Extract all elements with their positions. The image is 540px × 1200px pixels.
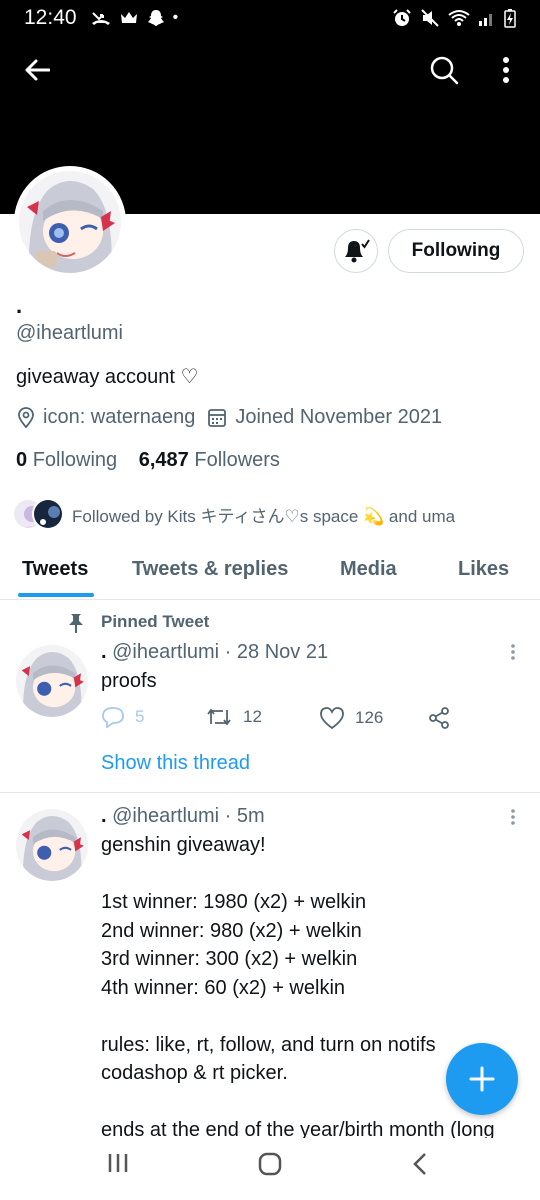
tweet-author-name: . — [101, 641, 107, 663]
following-label: Following — [32, 449, 118, 471]
tweet-more-button[interactable] — [510, 643, 518, 666]
battery-icon — [504, 9, 516, 28]
plus-icon — [469, 1066, 495, 1092]
search-button[interactable] — [424, 50, 464, 90]
tweet-header: . @iheartlumi · 28 Nov 21 — [101, 641, 328, 664]
heart-icon — [320, 707, 344, 730]
share-icon — [429, 707, 449, 729]
home-button[interactable] — [257, 1152, 283, 1181]
anime-avatar-image — [16, 809, 88, 881]
tweet-meta: @iheartlumi · 5m — [112, 805, 265, 827]
tweet-author-name: . — [101, 805, 107, 827]
anime-avatar-image — [19, 171, 121, 273]
crown-icon — [120, 12, 137, 23]
status-dot: • — [172, 9, 179, 26]
profile-name: . — [16, 293, 23, 318]
retweet-button[interactable]: 12 — [205, 706, 262, 728]
status-time: 12:40 — [24, 6, 77, 29]
wifi-icon — [448, 10, 470, 26]
location-item: icon: waternaeng — [16, 406, 195, 429]
tweet-author-avatar[interactable] — [16, 645, 88, 717]
followed-by-text: Followed by Kits キティさん♡s space 💫 and uma — [72, 506, 456, 526]
calendar-icon — [208, 408, 227, 427]
follower-avatar — [32, 498, 64, 530]
chevron-left-icon — [413, 1153, 426, 1175]
recent-apps-button[interactable] — [106, 1152, 130, 1179]
like-button[interactable]: 126 — [319, 706, 383, 730]
tab-likes[interactable]: Likes — [458, 558, 509, 581]
like-count: 126 — [355, 708, 384, 727]
system-nav-bar — [0, 1138, 540, 1200]
more-options-button[interactable] — [486, 50, 526, 90]
active-tab-indicator — [18, 593, 94, 597]
tweet-header: . @iheartlumi · 5m — [101, 805, 265, 828]
share-button[interactable] — [427, 706, 451, 730]
reply-button[interactable]: 5 — [101, 706, 144, 728]
retweet-count: 12 — [243, 707, 262, 726]
vertical-dots-icon — [511, 644, 515, 660]
profile-avatar[interactable] — [14, 166, 126, 278]
home-icon — [258, 1152, 282, 1176]
pin-icon — [69, 614, 83, 633]
tweet-text: proofs — [101, 670, 157, 692]
tweet-more-button[interactable] — [510, 808, 518, 831]
vertical-dots-icon — [503, 57, 509, 83]
followers-count: 6,487 — [138, 449, 189, 471]
signal-icon — [479, 14, 492, 26]
followers-label: Followers — [194, 449, 280, 471]
bell-check-icon — [345, 239, 370, 263]
back-arrow-icon — [25, 59, 50, 81]
followers-count-link[interactable]: 6,487 Followers — [139, 449, 280, 471]
snapchat-icon — [147, 10, 164, 26]
alarm-icon — [393, 9, 411, 26]
missed-call-icon — [91, 12, 110, 25]
profile-meta: icon: waternaeng Joined November 2021 — [16, 406, 442, 429]
mute-icon — [421, 9, 439, 27]
follow-counts: 0 Following 6,487 Followers — [16, 449, 280, 472]
following-count-link[interactable]: 0 Following — [16, 449, 117, 471]
status-bar: 12:40 • — [0, 0, 540, 36]
following-button[interactable]: Following — [388, 229, 524, 273]
tweet-meta: @iheartlumi · 28 Nov 21 — [112, 641, 329, 663]
tweet-author-avatar[interactable] — [16, 809, 88, 881]
anime-avatar-image — [16, 645, 88, 717]
retweet-icon — [207, 708, 231, 726]
compose-tweet-button[interactable] — [446, 1043, 518, 1115]
nav-back-button[interactable] — [410, 1152, 430, 1181]
tweet-actions: 5 12 126 — [101, 706, 461, 734]
followed-by-row[interactable]: Followed by Kits キティさん♡s space 💫 and uma — [12, 496, 455, 532]
joined-item: Joined November 2021 — [207, 406, 442, 429]
location-pin-icon — [18, 406, 34, 428]
search-icon — [430, 56, 459, 85]
pinned-tweet-label: Pinned Tweet — [101, 612, 210, 631]
tab-tweets-replies[interactable]: Tweets & replies — [132, 558, 288, 581]
notifications-bell-button[interactable] — [334, 229, 378, 273]
status-notification-icons: • — [91, 9, 179, 27]
profile-joined: Joined November 2021 — [235, 406, 443, 428]
show-thread-link[interactable]: Show this thread — [101, 752, 250, 775]
vertical-dots-icon — [511, 809, 515, 825]
tab-media[interactable]: Media — [340, 558, 397, 581]
profile-bio: giveaway account ♡ — [16, 366, 199, 388]
recent-apps-icon — [108, 1154, 128, 1172]
tab-tweets[interactable]: Tweets — [22, 558, 88, 581]
profile-location: icon: waternaeng — [43, 406, 196, 428]
following-count: 0 — [16, 449, 28, 471]
status-system-icons — [392, 8, 516, 28]
back-button[interactable] — [17, 50, 57, 90]
profile-handle: @iheartlumi — [16, 322, 124, 344]
reply-icon — [102, 707, 124, 728]
reply-count: 5 — [135, 707, 145, 726]
tweet-divider — [0, 792, 540, 793]
